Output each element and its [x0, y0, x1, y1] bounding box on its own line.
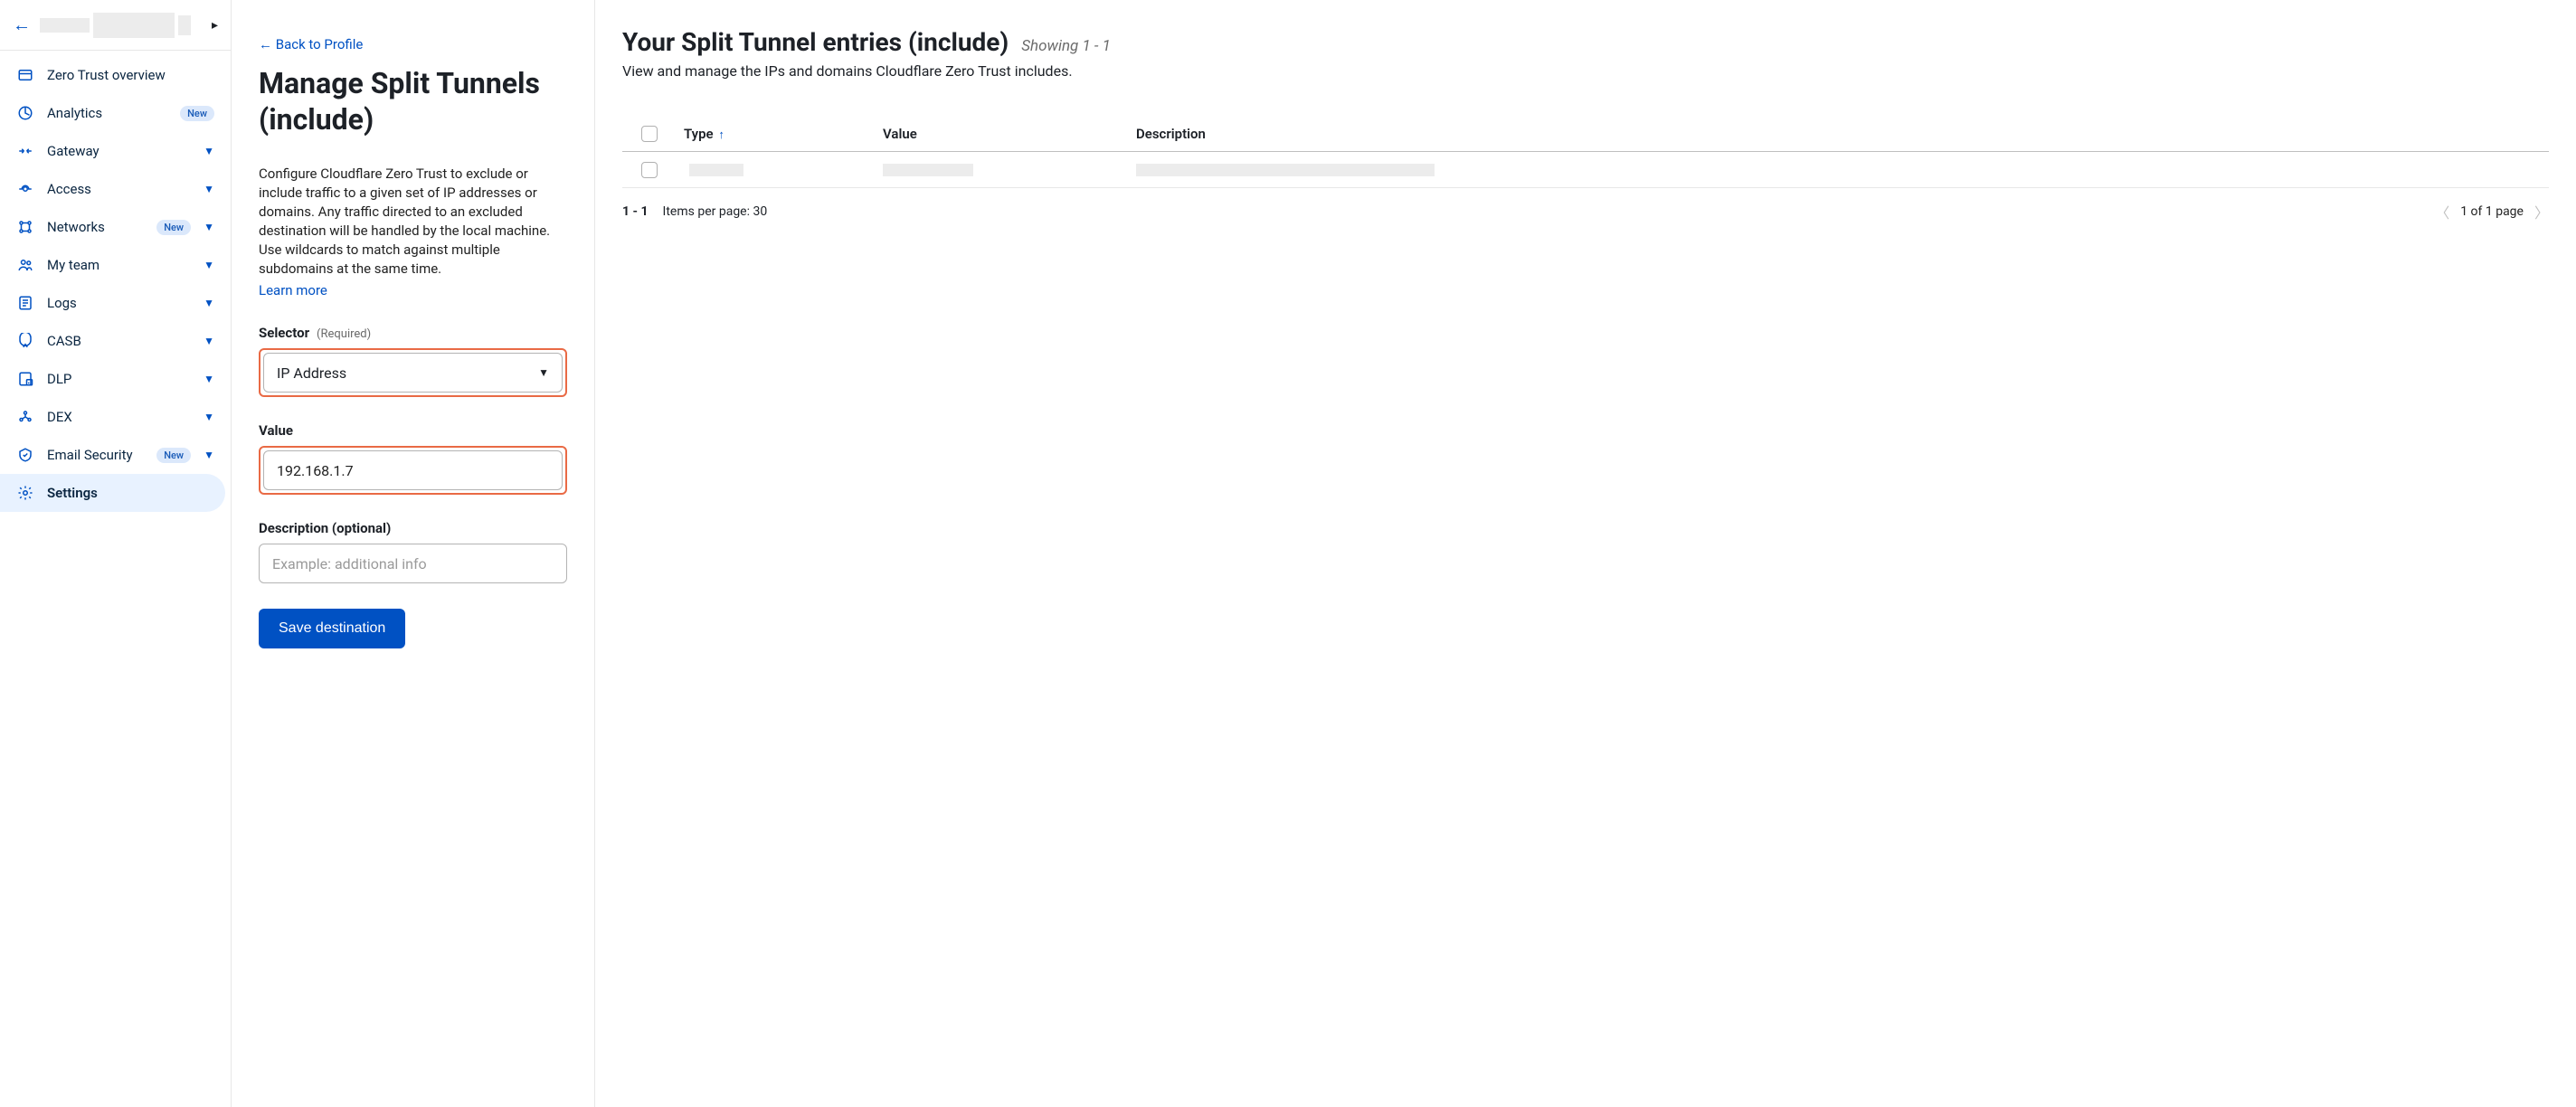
sidebar-item-label: Logs [47, 295, 191, 311]
sidebar-item-label: Access [47, 181, 191, 197]
select-all-checkbox[interactable] [641, 126, 658, 142]
column-header-value[interactable]: Value [876, 126, 1129, 142]
selector-dropdown[interactable]: IP Address ▼ [263, 353, 563, 393]
page-indicator: 1 of 1 page [2460, 204, 2524, 219]
networks-icon [16, 218, 34, 236]
sidebar-item-label: CASB [47, 333, 191, 349]
account-switcher[interactable]: ← ▸ [0, 0, 231, 51]
column-header-description[interactable]: Description [1129, 126, 2549, 142]
entries-subtitle: Showing 1 - 1 [1021, 37, 1111, 55]
redacted-cell [883, 164, 973, 176]
redacted-cell [1136, 164, 1435, 176]
new-badge: New [180, 106, 214, 121]
sidebar-item-logs[interactable]: Logs ▼ [0, 284, 231, 322]
chevron-down-icon: ▼ [204, 411, 214, 423]
sidebar-item-label: Analytics [47, 105, 167, 121]
sidebar-item-networks[interactable]: Networks New ▼ [0, 208, 231, 246]
sidebar-item-email-security[interactable]: Email Security New ▼ [0, 436, 231, 474]
new-badge: New [156, 448, 191, 463]
dlp-icon [16, 370, 34, 388]
access-icon [16, 180, 34, 198]
required-hint: (Required) [317, 327, 371, 341]
selector-value: IP Address [277, 364, 346, 382]
learn-more-link[interactable]: Learn more [259, 282, 327, 298]
sidebar-item-label: Settings [47, 485, 209, 501]
back-to-profile-link[interactable]: ← Back to Profile [259, 36, 363, 52]
sidebar-item-dex[interactable]: DEX ▼ [0, 398, 231, 436]
chevron-down-icon: ▼ [204, 145, 214, 157]
arrow-left-icon[interactable]: ← [13, 14, 31, 36]
chevron-down-icon: ▼ [204, 297, 214, 309]
sidebar-item-gateway[interactable]: Gateway ▼ [0, 132, 231, 170]
entries-description: View and manage the IPs and domains Clou… [622, 62, 2549, 80]
new-badge: New [156, 220, 191, 235]
chevron-down-icon: ▼ [204, 183, 214, 195]
value-input[interactable]: 192.168.1.7 [263, 450, 563, 490]
sidebar-item-my-team[interactable]: My team ▼ [0, 246, 231, 284]
sidebar-item-label: My team [47, 257, 191, 273]
selector-label: Selector [259, 325, 309, 341]
entries-title: Your Split Tunnel entries (include) [622, 27, 1009, 57]
settings-icon [16, 484, 34, 502]
dex-icon [16, 408, 34, 426]
value-label: Value [259, 422, 567, 439]
redacted-cell [689, 164, 743, 176]
page-title: Manage Split Tunnels (include) [259, 65, 567, 137]
chevron-down-icon: ▼ [538, 366, 549, 379]
table-row[interactable] [622, 152, 2549, 188]
team-icon [16, 256, 34, 274]
sidebar-item-label: DLP [47, 371, 191, 387]
column-value-label: Value [883, 126, 917, 142]
overview-icon [16, 66, 34, 84]
sidebar-item-access[interactable]: Access ▼ [0, 170, 231, 208]
value-input-text: 192.168.1.7 [277, 462, 354, 479]
column-header-type[interactable]: Type ↑ [677, 126, 876, 142]
sidebar-item-analytics[interactable]: Analytics New [0, 94, 231, 132]
prev-page-icon[interactable]: 〈 [2435, 201, 2449, 222]
sidebar-item-dlp[interactable]: DLP ▼ [0, 360, 231, 398]
redacted-text [40, 18, 90, 33]
save-destination-button[interactable]: Save destination [259, 609, 405, 648]
description-label: Description (optional) [259, 520, 567, 536]
email-security-icon [16, 446, 34, 464]
chevron-down-icon: ▼ [204, 449, 214, 461]
redacted-text [178, 15, 191, 35]
analytics-icon [16, 104, 34, 122]
sidebar-item-label: Gateway [47, 143, 191, 159]
description-placeholder: Example: additional info [272, 555, 427, 572]
gateway-icon [16, 142, 34, 160]
chevron-down-icon: ▼ [204, 259, 214, 271]
chevron-down-icon: ▼ [204, 373, 214, 385]
sidebar-item-label: Zero Trust overview [47, 67, 214, 83]
description-input[interactable]: Example: additional info [259, 544, 567, 583]
redacted-text [93, 13, 175, 38]
chevron-down-icon: ▼ [204, 335, 214, 347]
pagination-range: 1 - 1 [622, 204, 649, 219]
casb-icon [16, 332, 34, 350]
caret-right-icon[interactable]: ▸ [212, 18, 218, 33]
sidebar-item-casb[interactable]: CASB ▼ [0, 322, 231, 360]
sidebar-item-label: Networks [47, 219, 144, 235]
column-description-label: Description [1136, 126, 1206, 142]
sidebar-item-label: Email Security [47, 447, 144, 463]
page-description: Configure Cloudflare Zero Trust to exclu… [259, 165, 567, 279]
column-type-label: Type [684, 126, 714, 142]
sidebar-item-zero-trust-overview[interactable]: Zero Trust overview [0, 56, 231, 94]
items-per-page[interactable]: Items per page: 30 [663, 204, 768, 219]
row-checkbox[interactable] [641, 162, 658, 178]
sort-asc-icon: ↑ [718, 128, 724, 142]
chevron-down-icon: ▼ [204, 221, 214, 233]
logs-icon [16, 294, 34, 312]
sidebar-item-label: DEX [47, 409, 191, 425]
sidebar-item-settings[interactable]: Settings [0, 474, 225, 512]
next-page-icon[interactable]: 〉 [2534, 201, 2549, 222]
